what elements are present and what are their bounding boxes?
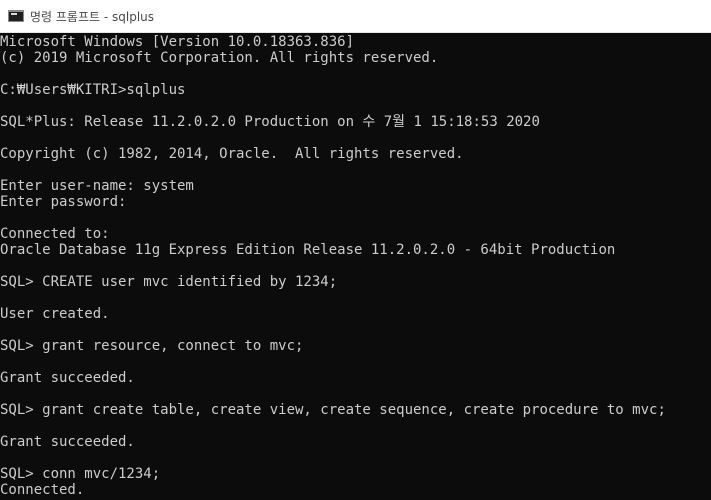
console-line: Connected.: [0, 482, 85, 498]
console-line: SQL> grant resource, connect to mvc;: [0, 338, 304, 354]
console-line: Enter user-name: system: [0, 178, 194, 194]
console-line: Oracle Database 11g Express Edition Rele…: [0, 242, 616, 258]
console-line: SQL> conn mvc/1234;: [0, 466, 161, 482]
window-title: 명령 프롬프트 - sqlplus: [30, 9, 155, 24]
console-line: Enter password:: [0, 194, 127, 210]
title-bar[interactable]: 명령 프롬프트 - sqlplus: [0, 0, 711, 33]
console-line: Grant succeeded.: [0, 370, 135, 386]
console-line: (c) 2019 Microsoft Corporation. All righ…: [0, 50, 439, 66]
console-line: Connected to:: [0, 226, 110, 242]
console-line: SQL*Plus: Release 11.2.0.2.0 Production …: [0, 114, 540, 130]
console-line: Copyright (c) 1982, 2014, Oracle. All ri…: [0, 146, 464, 162]
console-line: Grant succeeded.: [0, 434, 135, 450]
cmd-icon: [8, 10, 24, 22]
console-line: User created.: [0, 306, 110, 322]
console-line: SQL> grant create table, create view, cr…: [0, 402, 666, 418]
console-line: SQL> CREATE user mvc identified by 1234;: [0, 274, 338, 290]
console-line: C:₩Users₩KITRI>sqlplus: [0, 82, 186, 98]
console-line: Microsoft Windows [Version 10.0.18363.83…: [0, 34, 355, 50]
console-output[interactable]: Microsoft Windows [Version 10.0.18363.83…: [0, 33, 711, 500]
command-prompt-window: 명령 프롬프트 - sqlplus Microsoft Windows [Ver…: [0, 0, 711, 500]
